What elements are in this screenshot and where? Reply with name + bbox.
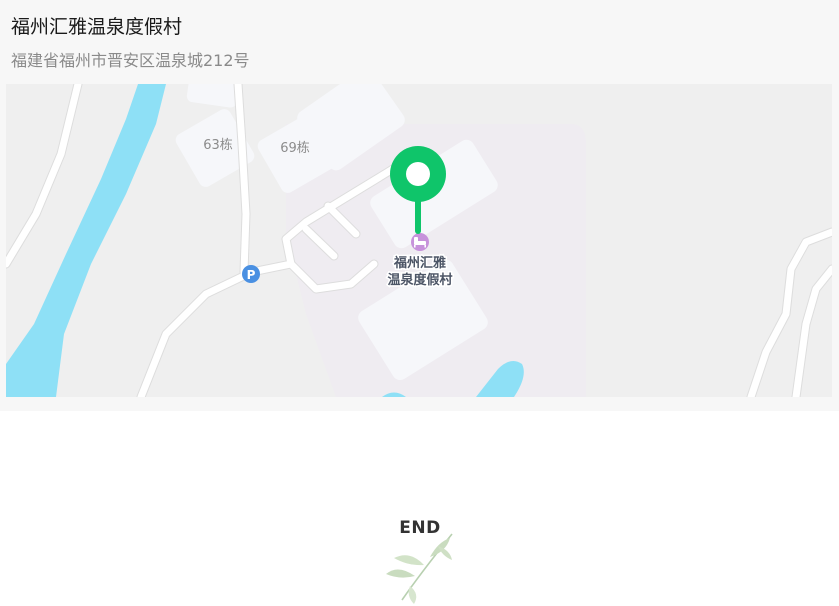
hotel-bed-icon[interactable] [411, 233, 429, 251]
map-view[interactable]: 63栋 69栋 P 福州汇雅 温泉度假村 [6, 84, 832, 397]
place-name: 福州汇雅温泉度假村 [11, 16, 183, 38]
end-mark: END [380, 516, 460, 606]
end-label: END [399, 518, 441, 538]
location-card[interactable]: 福州汇雅温泉度假村 福建省福州市晋安区温泉城212号 63栋 69栋 P 福州汇… [0, 0, 839, 411]
place-address: 福建省福州市晋安区温泉城212号 [11, 51, 250, 70]
building-label-69: 69栋 [280, 140, 310, 156]
poi-label-line1: 福州汇雅 [393, 255, 446, 271]
building-label-63: 63栋 [203, 137, 233, 153]
poi-label-line2: 温泉度假村 [387, 272, 452, 288]
parking-label: P [247, 268, 256, 282]
parking-icon[interactable]: P [242, 265, 260, 283]
